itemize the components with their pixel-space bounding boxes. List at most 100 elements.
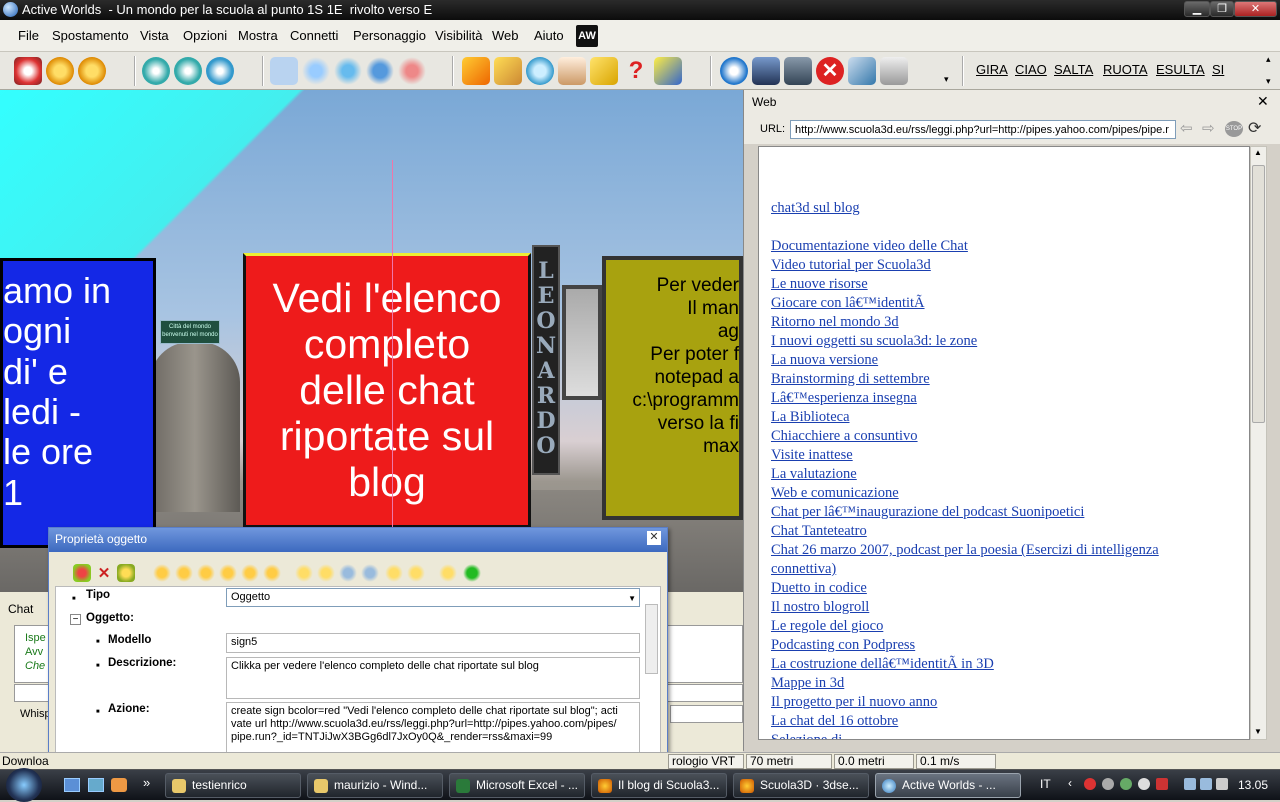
tray-security-icon[interactable] <box>1084 778 1096 790</box>
menu-connetti[interactable]: Connetti <box>290 28 338 43</box>
tray-volume-icon[interactable] <box>1216 778 1228 790</box>
task-active-worlds[interactable]: Active Worlds - ... <box>875 773 1021 798</box>
post-link[interactable]: Chiacchiere a consuntivo <box>771 427 1249 446</box>
stop-icon[interactable]: STOP <box>1225 121 1243 137</box>
undo-icon[interactable] <box>439 564 457 582</box>
lightning-icon[interactable] <box>654 57 682 85</box>
view-third-person-icon[interactable] <box>174 57 202 85</box>
descrizione-textarea[interactable]: Clikka per vedere l'elenco completo dell… <box>226 657 640 699</box>
post-link[interactable]: Podcasting con Podpress <box>771 636 1249 655</box>
menu-web[interactable]: Web <box>492 28 519 43</box>
tray-app-icon[interactable] <box>1156 778 1168 790</box>
start-button[interactable] <box>6 768 42 802</box>
web-browser-icon[interactable] <box>720 57 748 85</box>
camera-icon[interactable] <box>784 57 812 85</box>
blog-heading-link[interactable]: chat3d sul blog <box>771 199 1249 218</box>
settings-icon[interactable] <box>880 57 908 85</box>
world-viewport[interactable]: Città del mondo benvenuti nel mondo amo … <box>0 90 743 592</box>
language-indicator[interactable]: IT <box>1040 777 1051 791</box>
gesture-esulta[interactable]: ESULTA <box>1156 62 1205 77</box>
menu-personaggio[interactable]: Personaggio <box>353 28 426 43</box>
quicklaunch-more-icon[interactable]: » <box>143 775 150 790</box>
user-icon[interactable] <box>334 57 362 85</box>
menu-opzioni[interactable]: Opzioni <box>183 28 227 43</box>
view-first-person-icon[interactable] <box>142 57 170 85</box>
whisper-input[interactable] <box>670 705 743 723</box>
back-icon[interactable] <box>46 57 74 85</box>
quicklaunch-explorer-icon[interactable] <box>88 778 104 792</box>
url-input[interactable]: http://www.scuola3d.eu/rss/leggi.php?url… <box>790 120 1176 139</box>
red-sign[interactable]: Vedi l'elenco completo delle chat riport… <box>243 253 531 528</box>
post-link[interactable]: La nuova versione <box>771 351 1249 370</box>
menu-visibilita[interactable]: Visibilità <box>435 28 482 43</box>
post-link[interactable]: Duetto in codice <box>771 579 1249 598</box>
menu-vista[interactable]: Vista <box>140 28 169 43</box>
tray-network-icon[interactable] <box>1200 778 1212 790</box>
post-link[interactable]: connettiva) <box>771 560 1249 579</box>
task-maurizio[interactable]: maurizio - Wind... <box>307 773 443 798</box>
menu-file[interactable]: File <box>18 28 39 43</box>
post-link[interactable]: Chat Tanteteatro <box>771 522 1249 541</box>
post-link[interactable]: Documentazione video delle Chat <box>771 237 1249 256</box>
blue-sign[interactable]: amo in ogni di' e ledi - le ore 1 <box>0 258 156 548</box>
post-link[interactable]: Video tutorial per Scuola3d <box>771 256 1249 275</box>
move-down-icon[interactable] <box>175 564 193 582</box>
gesture-ciao[interactable]: CIAO <box>1015 62 1047 77</box>
gesture-ruota[interactable]: RUOTA <box>1103 62 1148 77</box>
contacts-icon[interactable] <box>398 57 426 85</box>
avatar-icon[interactable] <box>270 57 298 85</box>
menu-spostamento[interactable]: Spostamento <box>52 28 129 43</box>
modello-input[interactable]: sign5 <box>226 633 640 653</box>
build-icon[interactable] <box>462 57 490 85</box>
post-link[interactable]: Lâ€™esperienza insegna <box>771 389 1249 408</box>
users-icon[interactable] <box>366 57 394 85</box>
properties-scrollbar[interactable] <box>645 604 658 674</box>
ground-icon[interactable] <box>263 564 281 582</box>
save-object-icon[interactable] <box>463 564 481 582</box>
post-link[interactable]: Le nuove risorse <box>771 275 1249 294</box>
post-link[interactable]: Brainstorming di settembre <box>771 370 1249 389</box>
menu-aiuto[interactable]: Aiuto <box>534 28 564 43</box>
post-link[interactable]: Mappe in 3d <box>771 674 1249 693</box>
back-arrow-icon[interactable]: ⇦ <box>1180 119 1193 137</box>
scroll-thumb[interactable] <box>1252 165 1265 423</box>
task-excel[interactable]: Microsoft Excel - ... <box>449 773 585 798</box>
tray-app-icon[interactable] <box>1138 778 1150 790</box>
snap-icon[interactable] <box>241 564 259 582</box>
tray-expand-icon[interactable]: ‹ <box>1068 776 1072 790</box>
post-link[interactable]: Web e comunicazione <box>771 484 1249 503</box>
post-link[interactable]: Selezione di ... <box>771 731 1249 739</box>
maximize-button[interactable]: ❐ <box>1210 1 1234 17</box>
post-link[interactable]: Ritorno nel mondo 3d <box>771 313 1249 332</box>
quicklaunch-media-icon[interactable] <box>111 778 127 792</box>
post-link[interactable]: Visite inattese <box>771 446 1249 465</box>
chat-bubble-icon[interactable] <box>526 57 554 85</box>
menu-mostra[interactable]: Mostra <box>238 28 278 43</box>
toolbar-overflow-icon[interactable]: ▾ <box>944 74 949 85</box>
close-button[interactable]: ✕ <box>1234 1 1277 17</box>
scroll-down-icon[interactable]: ▼ <box>1254 727 1262 736</box>
web-close-icon[interactable]: ✕ <box>1257 93 1269 110</box>
task-blog[interactable]: Il blog di Scuola3... <box>591 773 727 798</box>
collapse-icon[interactable]: − <box>70 614 81 625</box>
forward-icon[interactable] <box>78 57 106 85</box>
rotate-icon[interactable] <box>73 564 91 582</box>
chat-tab[interactable]: Chat <box>8 602 33 616</box>
post-link[interactable]: Il progetto per il nuovo anno <box>771 693 1249 712</box>
move-up-icon[interactable] <box>153 564 171 582</box>
show-desktop-icon[interactable] <box>64 778 80 792</box>
chevron-down-icon[interactable]: ▼ <box>628 592 636 605</box>
toolbar-scroll-down-icon[interactable]: ▾ <box>1266 76 1271 87</box>
clock[interactable]: 13.05 <box>1238 778 1268 792</box>
yellow-sign[interactable]: Per veder Il man ag Per poter f notepad … <box>602 256 743 520</box>
scroll-up-icon[interactable]: ▲ <box>1254 148 1262 157</box>
task-testienrico[interactable]: testienrico <box>165 773 301 798</box>
roll-icon[interactable] <box>339 564 357 582</box>
tray-network-icon[interactable] <box>1184 778 1196 790</box>
notes-icon[interactable] <box>558 57 586 85</box>
post-link[interactable]: Giocare con lâ€™identitÃ <box>771 294 1249 313</box>
tipo-select[interactable]: Oggetto ▼ <box>226 588 640 607</box>
computer-icon[interactable] <box>752 57 780 85</box>
post-link[interactable]: La costruzione dellâ€™identitÃ in 3D <box>771 655 1249 674</box>
forward-arrow-icon[interactable]: ⇨ <box>1202 119 1215 137</box>
